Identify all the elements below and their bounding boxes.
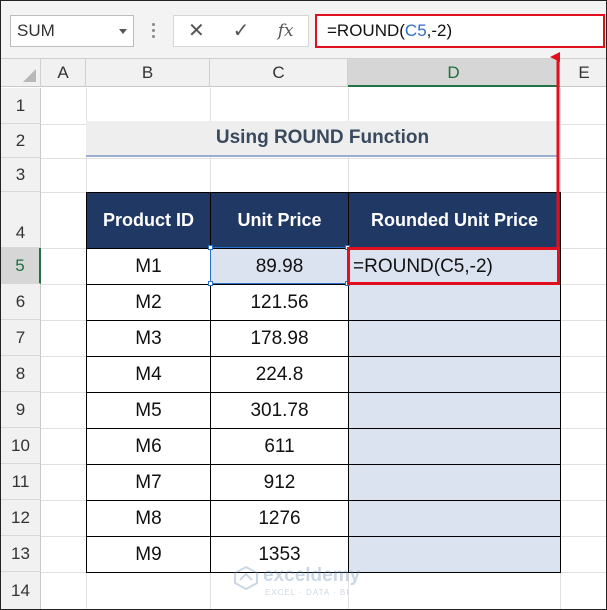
cell-product-id[interactable]: M4 (86, 356, 211, 393)
row-header-14[interactable]: 14 (1, 572, 41, 609)
cell-unit-price[interactable]: 912 (210, 464, 349, 501)
formula-input[interactable]: =ROUND(C5,-2) (315, 14, 605, 48)
formula-text-reference: C5 (404, 21, 427, 40)
column-header-d[interactable]: D (348, 59, 560, 87)
table-row: M2 121.56 (86, 284, 561, 321)
table-header-row: Product ID Unit Price Rounded Unit Price (86, 192, 561, 249)
cancel-icon[interactable]: ✕ (181, 16, 211, 46)
row-header-7[interactable]: 7 (1, 320, 41, 356)
row-header-6[interactable]: 6 (1, 284, 41, 320)
table-row: M6 611 (86, 428, 561, 465)
cell-rounded-editing[interactable]: =ROUND(C5,-2) (348, 248, 561, 285)
cell-product-id[interactable]: M3 (86, 320, 211, 357)
row-header-5[interactable]: 5 (1, 248, 41, 284)
cell-rounded[interactable] (348, 464, 561, 501)
table-row: M4 224.8 (86, 356, 561, 393)
watermark: exceldemy EXCEL · DATA · BI (233, 561, 383, 601)
column-header-bar: A B C D E (1, 59, 606, 87)
formula-text-prefix: =ROUND( (327, 21, 405, 40)
cell-rounded[interactable] (348, 428, 561, 465)
cell-unit-price[interactable]: 178.98 (210, 320, 349, 357)
cell-rounded[interactable] (348, 500, 561, 537)
cell-product-id[interactable]: M8 (86, 500, 211, 537)
watermark-name: exceldemy (263, 565, 361, 586)
cell-unit-price[interactable]: 89.98 (210, 248, 349, 285)
cell-unit-price[interactable]: 1276 (210, 500, 349, 537)
cell-product-id[interactable]: M2 (86, 284, 211, 321)
formula-bar-area: SUM ✕ ✓ fx =ROUND(C5,-2) (1, 1, 606, 59)
row-header-12[interactable]: 12 (1, 500, 41, 536)
row-header-9[interactable]: 9 (1, 392, 41, 428)
cell-rounded[interactable] (348, 356, 561, 393)
row-header-11[interactable]: 11 (1, 464, 41, 500)
name-box[interactable]: SUM (10, 15, 134, 47)
header-rounded-unit-price[interactable]: Rounded Unit Price (348, 192, 561, 249)
cell-unit-price[interactable]: 611 (210, 428, 349, 465)
formula-text-suffix: ,-2) (426, 21, 453, 40)
column-header-a[interactable]: A (41, 59, 86, 87)
cell-unit-price[interactable]: 121.56 (210, 284, 349, 321)
cell-rounded[interactable] (348, 392, 561, 429)
cell-rounded[interactable] (348, 320, 561, 357)
select-all-corner[interactable] (1, 59, 41, 87)
row-header-3[interactable]: 3 (1, 158, 41, 192)
sheet-title: Using ROUND Function (86, 121, 559, 157)
column-header-e[interactable]: E (560, 59, 606, 87)
cell-unit-price[interactable]: 301.78 (210, 392, 349, 429)
cell-product-id[interactable]: M9 (86, 536, 211, 573)
enter-icon[interactable]: ✓ (226, 16, 256, 46)
table-row: M1 89.98 =ROUND(C5,-2) (86, 248, 561, 285)
column-header-b[interactable]: B (86, 59, 210, 87)
header-unit-price[interactable]: Unit Price (210, 192, 349, 249)
row-header-13[interactable]: 13 (1, 536, 41, 572)
drag-handle-icon[interactable] (151, 23, 157, 41)
cell-product-id[interactable]: M6 (86, 428, 211, 465)
insert-function-icon[interactable]: fx (271, 16, 301, 46)
header-product-id[interactable]: Product ID (86, 192, 211, 249)
table-row: M3 178.98 (86, 320, 561, 357)
cell-product-id[interactable]: M7 (86, 464, 211, 501)
column-header-c[interactable]: C (210, 59, 348, 87)
row-header-8[interactable]: 8 (1, 356, 41, 392)
data-table: Product ID Unit Price Rounded Unit Price… (86, 192, 561, 573)
chevron-down-icon[interactable] (119, 29, 127, 34)
table-row: M5 301.78 (86, 392, 561, 429)
row-header-2[interactable]: 2 (1, 124, 41, 158)
cell-product-id[interactable]: M5 (86, 392, 211, 429)
row-header-4[interactable]: 4 (1, 192, 41, 248)
watermark-tagline: EXCEL · DATA · BI (265, 588, 350, 597)
table-row: M7 912 (86, 464, 561, 501)
name-box-value: SUM (17, 21, 55, 40)
exceldemy-logo-icon (234, 565, 258, 591)
cell-unit-price[interactable]: 224.8 (210, 356, 349, 393)
excel-window: SUM ✕ ✓ fx =ROUND(C5,-2) A B C D E 1 2 3… (0, 0, 607, 610)
table-row: M8 1276 (86, 500, 561, 537)
formula-buttons: ✕ ✓ fx (173, 15, 309, 47)
row-header-10[interactable]: 10 (1, 428, 41, 464)
cell-product-id[interactable]: M1 (86, 248, 211, 285)
cell-rounded[interactable] (348, 284, 561, 321)
row-header-1[interactable]: 1 (1, 88, 41, 124)
